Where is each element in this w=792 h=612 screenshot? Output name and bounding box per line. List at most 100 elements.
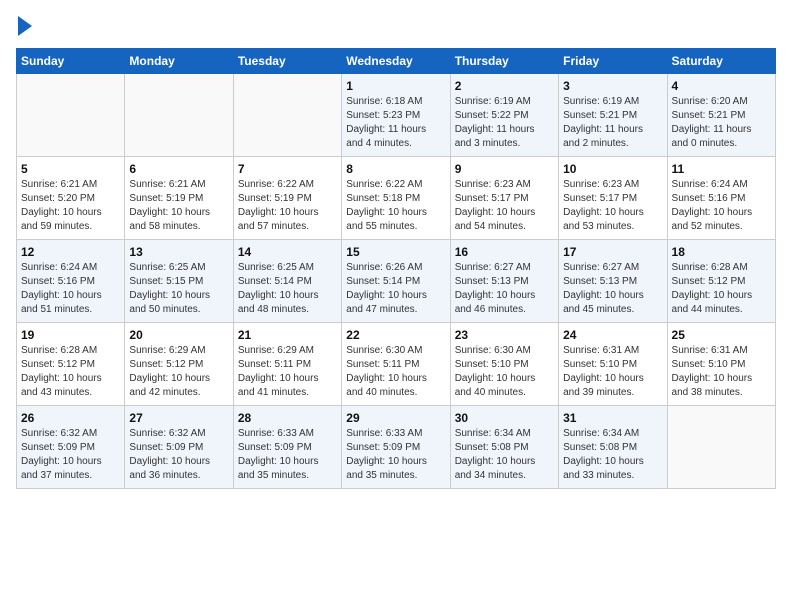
day-info: Sunrise: 6:33 AM Sunset: 5:09 PM Dayligh… xyxy=(238,427,337,483)
day-info: Sunrise: 6:27 AM Sunset: 5:13 PM Dayligh… xyxy=(455,261,554,317)
day-number: 17 xyxy=(563,245,662,259)
weekday-header-friday: Friday xyxy=(559,49,667,74)
calendar-cell: 16 Sunrise: 6:27 AM Sunset: 5:13 PM Dayli… xyxy=(450,240,558,323)
calendar-cell: 3 Sunrise: 6:19 AM Sunset: 5:21 PM Daylig… xyxy=(559,74,667,157)
day-number: 29 xyxy=(346,411,445,425)
weekday-header-wednesday: Wednesday xyxy=(342,49,450,74)
day-number: 6 xyxy=(129,162,228,176)
calendar-cell: 25 Sunrise: 6:31 AM Sunset: 5:10 PM Dayli… xyxy=(667,323,775,406)
day-number: 9 xyxy=(455,162,554,176)
calendar-cell: 12 Sunrise: 6:24 AM Sunset: 5:16 PM Dayli… xyxy=(17,240,125,323)
calendar-cell: 6 Sunrise: 6:21 AM Sunset: 5:19 PM Daylig… xyxy=(125,157,233,240)
day-number: 2 xyxy=(455,79,554,93)
day-info: Sunrise: 6:21 AM Sunset: 5:20 PM Dayligh… xyxy=(21,178,120,234)
day-number: 20 xyxy=(129,328,228,342)
day-info: Sunrise: 6:25 AM Sunset: 5:15 PM Dayligh… xyxy=(129,261,228,317)
calendar-cell: 14Sunrise: 6:25 AM Sunset: 5:14 PM Dayli… xyxy=(233,240,341,323)
day-number: 12 xyxy=(21,245,120,259)
calendar-cell: 21 Sunrise: 6:29 AM Sunset: 5:11 PM Dayli… xyxy=(233,323,341,406)
day-info: Sunrise: 6:32 AM Sunset: 5:09 PM Dayligh… xyxy=(129,427,228,483)
day-number: 19 xyxy=(21,328,120,342)
weekday-header-saturday: Saturday xyxy=(667,49,775,74)
calendar-cell xyxy=(125,74,233,157)
calendar-cell: 27 Sunrise: 6:32 AM Sunset: 5:09 PM Dayli… xyxy=(125,406,233,489)
day-info: Sunrise: 6:19 AM Sunset: 5:22 PM Dayligh… xyxy=(455,95,554,151)
day-info: Sunrise: 6:33 AM Sunset: 5:09 PM Dayligh… xyxy=(346,427,445,483)
day-number: 30 xyxy=(455,411,554,425)
day-number: 26 xyxy=(21,411,120,425)
calendar-week-3: 12 Sunrise: 6:24 AM Sunset: 5:16 PM Dayli… xyxy=(17,240,776,323)
calendar-cell: 24Sunrise: 6:31 AM Sunset: 5:10 PM Dayli… xyxy=(559,323,667,406)
day-info: Sunrise: 6:34 AM Sunset: 5:08 PM Dayligh… xyxy=(455,427,554,483)
day-number: 11 xyxy=(672,162,771,176)
calendar-cell: 19 Sunrise: 6:28 AM Sunset: 5:12 PM Dayli… xyxy=(17,323,125,406)
logo-arrow-icon xyxy=(18,16,32,36)
calendar-cell: 23 Sunrise: 6:30 AM Sunset: 5:10 PM Dayli… xyxy=(450,323,558,406)
day-info: Sunrise: 6:28 AM Sunset: 5:12 PM Dayligh… xyxy=(672,261,771,317)
day-number: 4 xyxy=(672,79,771,93)
calendar-cell: 7 Sunrise: 6:22 AM Sunset: 5:19 PM Daylig… xyxy=(233,157,341,240)
calendar-cell: 13 Sunrise: 6:25 AM Sunset: 5:15 PM Dayli… xyxy=(125,240,233,323)
calendar-cell: 2 Sunrise: 6:19 AM Sunset: 5:22 PM Daylig… xyxy=(450,74,558,157)
day-number: 7 xyxy=(238,162,337,176)
calendar-cell: 20Sunrise: 6:29 AM Sunset: 5:12 PM Dayli… xyxy=(125,323,233,406)
weekday-header-tuesday: Tuesday xyxy=(233,49,341,74)
calendar-cell: 1Sunrise: 6:18 AM Sunset: 5:23 PM Daylig… xyxy=(342,74,450,157)
day-info: Sunrise: 6:23 AM Sunset: 5:17 PM Dayligh… xyxy=(563,178,662,234)
day-info: Sunrise: 6:22 AM Sunset: 5:18 PM Dayligh… xyxy=(346,178,445,234)
calendar-cell: 22Sunrise: 6:30 AM Sunset: 5:11 PM Dayli… xyxy=(342,323,450,406)
calendar-cell: 29 Sunrise: 6:33 AM Sunset: 5:09 PM Dayli… xyxy=(342,406,450,489)
day-number: 24 xyxy=(563,328,662,342)
calendar-cell: 9 Sunrise: 6:23 AM Sunset: 5:17 PM Daylig… xyxy=(450,157,558,240)
day-info: Sunrise: 6:23 AM Sunset: 5:17 PM Dayligh… xyxy=(455,178,554,234)
calendar-cell: 17 Sunrise: 6:27 AM Sunset: 5:13 PM Dayli… xyxy=(559,240,667,323)
day-number: 5 xyxy=(21,162,120,176)
calendar-cell: 4 Sunrise: 6:20 AM Sunset: 5:21 PM Daylig… xyxy=(667,74,775,157)
weekday-header-sunday: Sunday xyxy=(17,49,125,74)
day-number: 22 xyxy=(346,328,445,342)
day-number: 28 xyxy=(238,411,337,425)
calendar-cell: 31 Sunrise: 6:34 AM Sunset: 5:08 PM Dayli… xyxy=(559,406,667,489)
day-info: Sunrise: 6:34 AM Sunset: 5:08 PM Dayligh… xyxy=(563,427,662,483)
day-number: 21 xyxy=(238,328,337,342)
day-info: Sunrise: 6:24 AM Sunset: 5:16 PM Dayligh… xyxy=(21,261,120,317)
calendar-cell: 15 Sunrise: 6:26 AM Sunset: 5:14 PM Dayli… xyxy=(342,240,450,323)
day-info: Sunrise: 6:31 AM Sunset: 5:10 PM Dayligh… xyxy=(672,344,771,400)
calendar-cell xyxy=(233,74,341,157)
day-number: 3 xyxy=(563,79,662,93)
day-info: Sunrise: 6:21 AM Sunset: 5:19 PM Dayligh… xyxy=(129,178,228,234)
day-info: Sunrise: 6:26 AM Sunset: 5:14 PM Dayligh… xyxy=(346,261,445,317)
calendar-week-1: 1Sunrise: 6:18 AM Sunset: 5:23 PM Daylig… xyxy=(17,74,776,157)
day-info: Sunrise: 6:20 AM Sunset: 5:21 PM Dayligh… xyxy=(672,95,771,151)
day-number: 16 xyxy=(455,245,554,259)
day-info: Sunrise: 6:28 AM Sunset: 5:12 PM Dayligh… xyxy=(21,344,120,400)
day-info: Sunrise: 6:25 AM Sunset: 5:14 PM Dayligh… xyxy=(238,261,337,317)
day-number: 23 xyxy=(455,328,554,342)
calendar-cell: 28 Sunrise: 6:33 AM Sunset: 5:09 PM Dayli… xyxy=(233,406,341,489)
weekday-header-monday: Monday xyxy=(125,49,233,74)
day-number: 18 xyxy=(672,245,771,259)
day-number: 31 xyxy=(563,411,662,425)
calendar-cell xyxy=(667,406,775,489)
calendar-cell: 8Sunrise: 6:22 AM Sunset: 5:18 PM Daylig… xyxy=(342,157,450,240)
calendar-cell: 30 Sunrise: 6:34 AM Sunset: 5:08 PM Dayli… xyxy=(450,406,558,489)
day-info: Sunrise: 6:27 AM Sunset: 5:13 PM Dayligh… xyxy=(563,261,662,317)
day-number: 27 xyxy=(129,411,228,425)
day-number: 15 xyxy=(346,245,445,259)
day-info: Sunrise: 6:19 AM Sunset: 5:21 PM Dayligh… xyxy=(563,95,662,151)
weekday-header-thursday: Thursday xyxy=(450,49,558,74)
day-info: Sunrise: 6:18 AM Sunset: 5:23 PM Dayligh… xyxy=(346,95,445,151)
day-number: 13 xyxy=(129,245,228,259)
calendar-table: SundayMondayTuesdayWednesdayThursdayFrid… xyxy=(16,48,776,489)
day-info: Sunrise: 6:24 AM Sunset: 5:16 PM Dayligh… xyxy=(672,178,771,234)
calendar-cell: 11 Sunrise: 6:24 AM Sunset: 5:16 PM Dayli… xyxy=(667,157,775,240)
day-info: Sunrise: 6:30 AM Sunset: 5:10 PM Dayligh… xyxy=(455,344,554,400)
calendar-header: SundayMondayTuesdayWednesdayThursdayFrid… xyxy=(17,49,776,74)
day-number: 25 xyxy=(672,328,771,342)
day-info: Sunrise: 6:22 AM Sunset: 5:19 PM Dayligh… xyxy=(238,178,337,234)
day-info: Sunrise: 6:29 AM Sunset: 5:11 PM Dayligh… xyxy=(238,344,337,400)
calendar-cell: 5 Sunrise: 6:21 AM Sunset: 5:20 PM Daylig… xyxy=(17,157,125,240)
day-info: Sunrise: 6:32 AM Sunset: 5:09 PM Dayligh… xyxy=(21,427,120,483)
calendar-week-5: 26 Sunrise: 6:32 AM Sunset: 5:09 PM Dayli… xyxy=(17,406,776,489)
page-header xyxy=(16,16,776,36)
